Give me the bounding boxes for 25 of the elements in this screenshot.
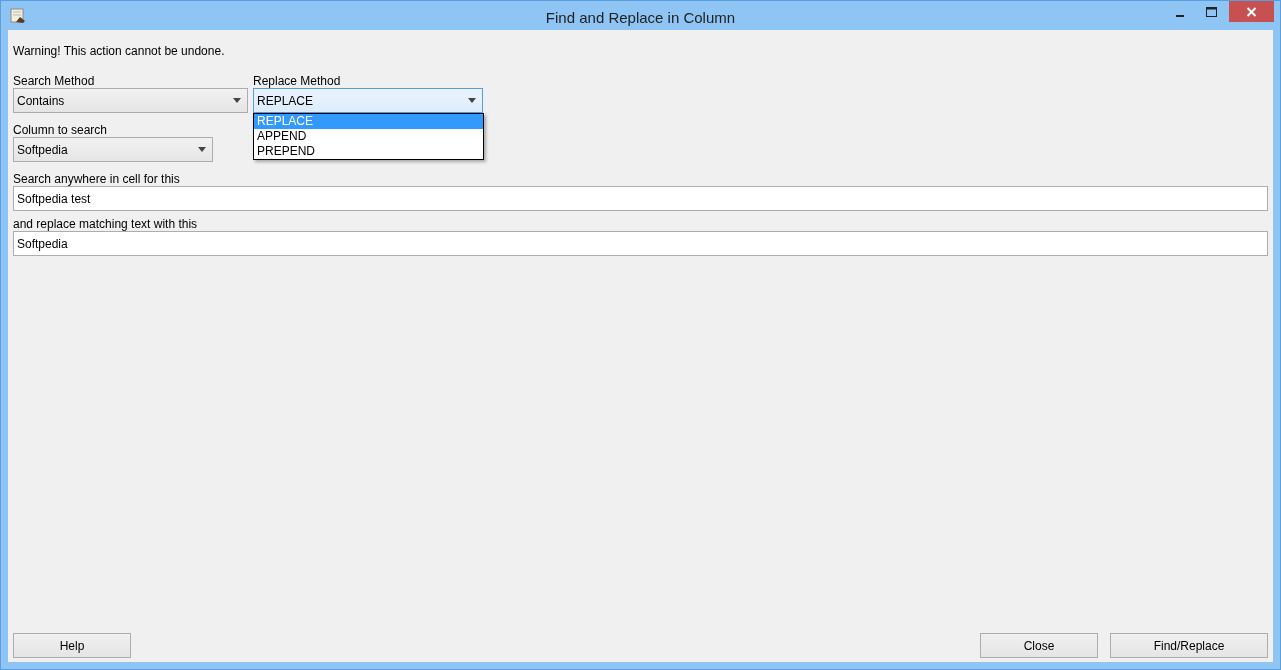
close-window-button[interactable] [1229, 1, 1274, 22]
field-label: Replace Method [253, 74, 342, 88]
text-field[interactable]: Softpedia [13, 231, 1268, 256]
warning-text: Warning! This action cannot be undone. [13, 44, 226, 58]
dialog-button[interactable]: Close [980, 633, 1098, 658]
dropdown[interactable]: Contains [13, 88, 248, 113]
dropdown-arrow-icon [198, 147, 206, 152]
dropdown-arrow-icon [233, 98, 241, 103]
field-label: Search Method [13, 74, 96, 88]
dropdown-option[interactable]: PREPEND [254, 144, 483, 159]
dialog-button[interactable]: Find/Replace [1110, 633, 1268, 658]
dropdown-arrow-icon [468, 98, 476, 103]
field-label: Column to search [13, 123, 109, 137]
dialog-button[interactable]: Help [13, 633, 131, 658]
app-icon [10, 7, 26, 24]
close-icon [1246, 6, 1257, 17]
field-label: Search anywhere in cell for this [13, 172, 181, 186]
dropdown[interactable]: Softpedia [13, 137, 213, 162]
maximize-icon [1206, 6, 1217, 17]
field-label: and replace matching text with this [13, 217, 199, 231]
dropdown-option[interactable]: APPEND [254, 129, 483, 144]
dropdown[interactable]: REPLACE [253, 88, 483, 113]
minimize-icon [1175, 14, 1184, 17]
text-field[interactable]: Softpedia test [13, 186, 1268, 211]
window-title: Find and Replace in Column [545, 8, 736, 28]
